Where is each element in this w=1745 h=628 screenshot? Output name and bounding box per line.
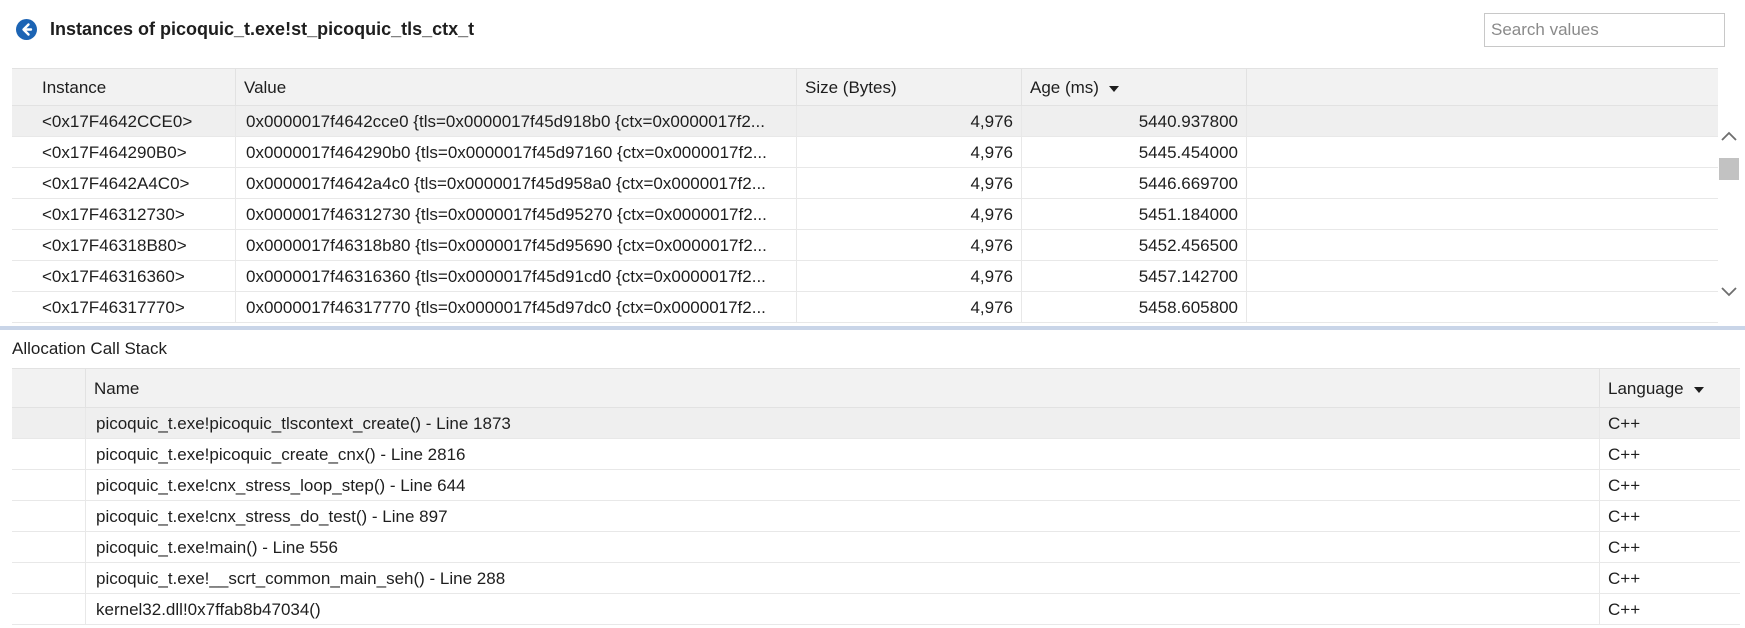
- column-header-instance[interactable]: Instance: [12, 69, 236, 106]
- column-label: Age (ms): [1030, 78, 1099, 97]
- instance-cell: <0x17F4642CCE0>: [12, 106, 236, 137]
- instance-cell: <0x17F4642A4C0>: [12, 168, 236, 199]
- value-cell: 0x0000017f46317770 {tls=0x0000017f45d97d…: [236, 292, 797, 323]
- table-row[interactable]: <0x17F46312730> 0x0000017f46312730 {tls=…: [12, 199, 1718, 230]
- table-row[interactable]: <0x17F4642CCE0> 0x0000017f4642cce0 {tls=…: [12, 106, 1718, 137]
- row-gutter: [12, 439, 86, 470]
- frame-language: C++: [1608, 476, 1641, 495]
- frame-language: C++: [1608, 538, 1641, 557]
- vertical-scrollbar[interactable]: [1718, 128, 1740, 304]
- frame-name: picoquic_t.exe!picoquic_create_cnx() - L…: [86, 439, 1600, 470]
- column-header-language[interactable]: Language: [1600, 369, 1740, 408]
- table-row[interactable]: <0x17F4642A4C0> 0x0000017f4642a4c0 {tls=…: [12, 168, 1718, 199]
- value-cell: 0x0000017f4642cce0 {tls=0x0000017f45d918…: [236, 106, 797, 137]
- frame-language: C++: [1608, 600, 1641, 619]
- table-row[interactable]: <0x17F46316360> 0x0000017f46316360 {tls=…: [12, 261, 1718, 292]
- row-gutter: [12, 594, 86, 625]
- sort-descending-icon: [1108, 85, 1119, 92]
- table-row[interactable]: <0x17F46317770> 0x0000017f46317770 {tls=…: [12, 292, 1718, 323]
- column-label: Language: [1608, 379, 1684, 398]
- chevron-down-icon[interactable]: [1720, 282, 1738, 300]
- row-gutter: [12, 563, 86, 594]
- instance-cell: <0x17F46312730>: [12, 199, 236, 230]
- size-cell: 4,976: [797, 106, 1022, 137]
- frame-language: C++: [1608, 569, 1641, 588]
- column-header-value[interactable]: Value: [236, 69, 797, 106]
- scrollbar-thumb[interactable]: [1719, 158, 1739, 180]
- list-item[interactable]: kernel32.dll!0x7ffab8b47034() C++: [12, 594, 1740, 625]
- frame-name: picoquic_t.exe!__scrt_common_main_seh() …: [86, 563, 1600, 594]
- row-gutter: [12, 532, 86, 563]
- chevron-up-icon[interactable]: [1720, 128, 1738, 146]
- frame-name: picoquic_t.exe!cnx_stress_do_test() - Li…: [86, 501, 1600, 532]
- size-cell: 4,976: [797, 230, 1022, 261]
- list-item[interactable]: picoquic_t.exe!main() - Line 556 C++: [12, 532, 1740, 563]
- list-item[interactable]: picoquic_t.exe!picoquic_create_cnx() - L…: [12, 439, 1740, 470]
- value-cell: 0x0000017f46318b80 {tls=0x0000017f45d956…: [236, 230, 797, 261]
- list-item[interactable]: picoquic_t.exe!picoquic_tlscontext_creat…: [12, 408, 1740, 439]
- age-cell: 5446.669700: [1022, 168, 1247, 199]
- column-header-name[interactable]: Name: [86, 369, 1600, 408]
- instance-cell: <0x17F46318B80>: [12, 230, 236, 261]
- size-cell: 4,976: [797, 199, 1022, 230]
- value-cell: 0x0000017f46312730 {tls=0x0000017f45d952…: [236, 199, 797, 230]
- instance-cell: <0x17F46317770>: [12, 292, 236, 323]
- column-label: Size (Bytes): [805, 78, 897, 97]
- list-item[interactable]: picoquic_t.exe!cnx_stress_loop_step() - …: [12, 470, 1740, 501]
- frame-name: picoquic_t.exe!picoquic_tlscontext_creat…: [86, 408, 1600, 439]
- age-cell: 5457.142700: [1022, 261, 1247, 292]
- value-cell: 0x0000017f46316360 {tls=0x0000017f45d91c…: [236, 261, 797, 292]
- frame-name: picoquic_t.exe!cnx_stress_loop_step() - …: [86, 470, 1600, 501]
- list-item[interactable]: picoquic_t.exe!cnx_stress_do_test() - Li…: [12, 501, 1740, 532]
- row-gutter: [12, 501, 86, 532]
- column-header-size[interactable]: Size (Bytes): [797, 69, 1022, 106]
- size-cell: 4,976: [797, 137, 1022, 168]
- size-cell: 4,976: [797, 261, 1022, 292]
- frame-language: C++: [1608, 445, 1641, 464]
- search-input[interactable]: [1484, 13, 1725, 47]
- value-cell: 0x0000017f4642a4c0 {tls=0x0000017f45d958…: [236, 168, 797, 199]
- size-cell: 4,976: [797, 168, 1022, 199]
- column-header-gutter: [12, 369, 86, 408]
- column-header-filler: [1247, 69, 1718, 106]
- size-cell: 4,976: [797, 292, 1022, 323]
- age-cell: 5458.605800: [1022, 292, 1247, 323]
- value-cell: 0x0000017f464290b0 {tls=0x0000017f45d971…: [236, 137, 797, 168]
- back-arrow-icon[interactable]: [16, 19, 37, 40]
- column-header-age[interactable]: Age (ms): [1022, 69, 1247, 106]
- table-row[interactable]: <0x17F464290B0> 0x0000017f464290b0 {tls=…: [12, 137, 1718, 168]
- column-label: Value: [244, 78, 287, 97]
- row-gutter: [12, 408, 86, 439]
- instances-table: Instance Value Size (Bytes) Age (ms) <0x…: [12, 68, 1718, 326]
- call-stack-table-header: Name Language: [12, 368, 1740, 408]
- age-cell: 5451.184000: [1022, 199, 1247, 230]
- sort-descending-icon: [1693, 386, 1704, 393]
- column-label: Instance: [42, 78, 107, 97]
- frame-language: C++: [1608, 507, 1641, 526]
- call-stack-table: Name Language picoquic_t.exe!picoquic_tl…: [12, 368, 1740, 628]
- age-cell: 5440.937800: [1022, 106, 1247, 137]
- age-cell: 5452.456500: [1022, 230, 1247, 261]
- instance-cell: <0x17F464290B0>: [12, 137, 236, 168]
- page-title: Instances of picoquic_t.exe!st_picoquic_…: [50, 19, 475, 39]
- age-cell: 5445.454000: [1022, 137, 1247, 168]
- header: Instances of picoquic_t.exe!st_picoquic_…: [0, 0, 1745, 62]
- list-item[interactable]: picoquic_t.exe!__scrt_common_main_seh() …: [12, 563, 1740, 594]
- column-label: Name: [94, 379, 140, 398]
- row-gutter: [12, 470, 86, 501]
- instances-table-header: Instance Value Size (Bytes) Age (ms): [12, 68, 1718, 106]
- call-stack-title: Allocation Call Stack: [12, 339, 167, 358]
- table-row[interactable]: <0x17F46318B80> 0x0000017f46318b80 {tls=…: [12, 230, 1718, 261]
- frame-name: kernel32.dll!0x7ffab8b47034(): [86, 594, 1600, 625]
- instance-cell: <0x17F46316360>: [12, 261, 236, 292]
- pane-splitter[interactable]: [0, 326, 1745, 330]
- frame-name: picoquic_t.exe!main() - Line 556: [86, 532, 1600, 563]
- frame-language: C++: [1608, 414, 1641, 433]
